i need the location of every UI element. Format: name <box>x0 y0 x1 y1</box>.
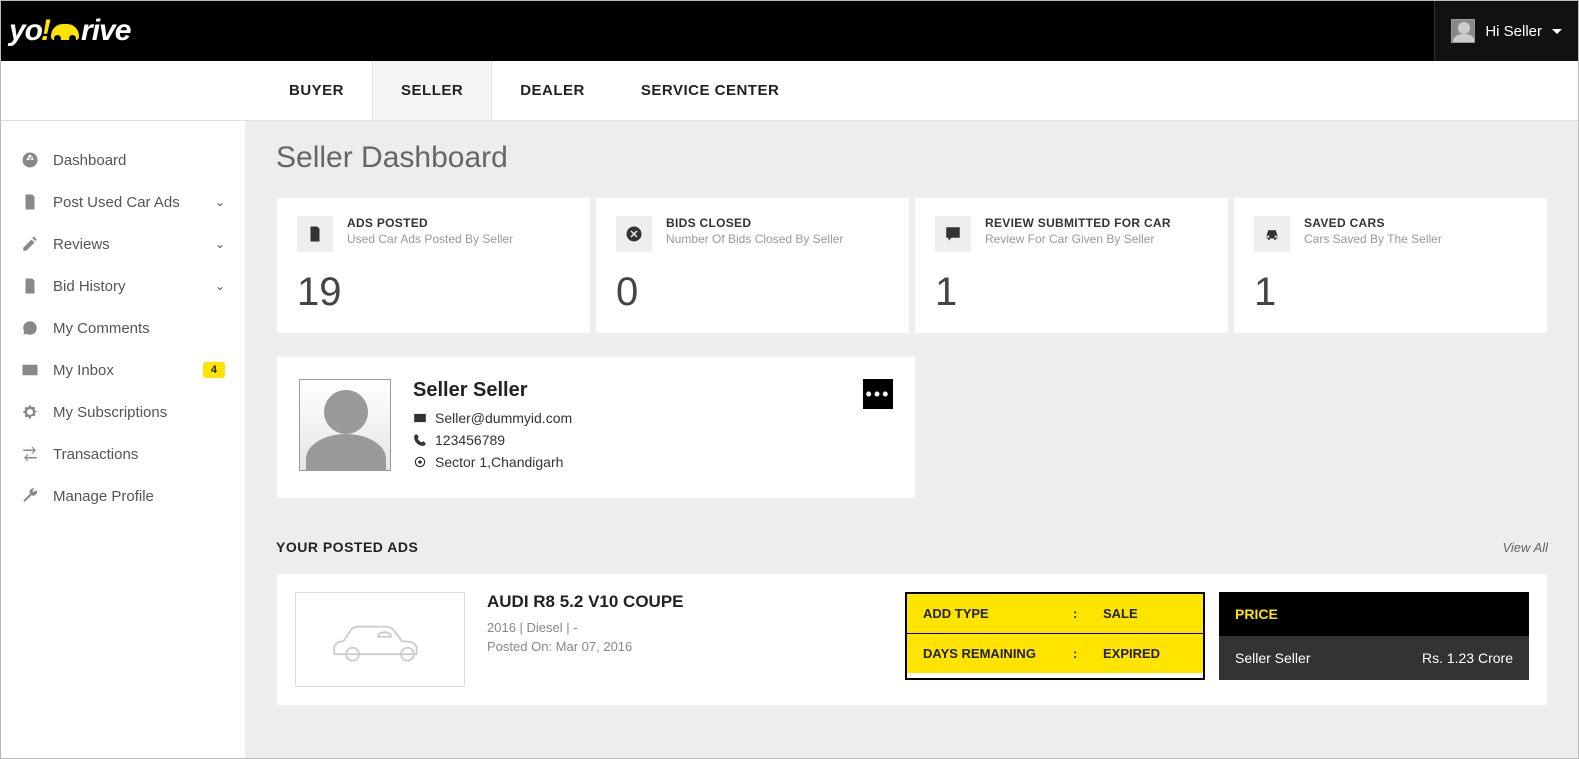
ad-status-box: ADD TYPE:SALE DAYS REMAINING:EXPIRED <box>905 592 1205 680</box>
transaction-icon <box>21 445 39 463</box>
ad-posted: Posted On: Mar 07, 2016 <box>487 639 883 654</box>
chevron-down-icon: ⌄ <box>215 279 225 293</box>
stat-review-submitted[interactable]: REVIEW SUBMITTED FOR CAR Review For Car … <box>914 197 1229 334</box>
add-type-label: ADD TYPE <box>923 606 1073 621</box>
dashboard-icon <box>21 151 39 169</box>
profile-location: Sector 1,Chandigarh <box>413 454 572 470</box>
sidebar-item-label: Transactions <box>53 446 138 463</box>
sidebar-item-comments[interactable]: My Comments <box>1 307 245 349</box>
location-icon <box>413 455 427 469</box>
user-menu[interactable]: Hi Seller <box>1434 1 1578 61</box>
inbox-badge: 4 <box>203 362 225 378</box>
ad-card: AUDI R8 5.2 V10 COUPE 2016 | Diesel | - … <box>276 573 1548 706</box>
sidebar-item-inbox[interactable]: My Inbox 4 <box>1 349 245 391</box>
stat-subtitle: Used Car Ads Posted By Seller <box>347 232 513 246</box>
profile-avatar <box>299 379 391 471</box>
sidebar-item-label: My Subscriptions <box>53 404 167 421</box>
sidebar: Dashboard Post Used Car Ads ⌄ Reviews ⌄ … <box>1 121 246 758</box>
document-icon <box>21 193 39 211</box>
stats-row: ADS POSTED Used Car Ads Posted By Seller… <box>276 197 1548 334</box>
chevron-down-icon: ⌄ <box>215 195 225 209</box>
top-nav: BUYER SELLER DEALER SERVICE CENTER <box>1 61 1578 121</box>
stat-subtitle: Review For Car Given By Seller <box>985 232 1171 246</box>
profile-card: Seller Seller Seller@dummyid.com 1234567… <box>276 356 916 499</box>
stat-title: BIDS CLOSED <box>666 216 843 230</box>
sidebar-item-label: Dashboard <box>53 152 126 169</box>
mail-icon <box>21 361 39 379</box>
days-remaining-value: EXPIRED <box>1103 646 1160 661</box>
tab-buyer[interactable]: BUYER <box>261 61 372 120</box>
tab-dealer[interactable]: DEALER <box>492 61 613 120</box>
price-seller: Seller Seller <box>1235 650 1310 666</box>
phone-icon <box>413 433 427 447</box>
logo-car-icon <box>51 24 79 40</box>
close-circle-icon <box>616 216 652 252</box>
stat-ads-posted[interactable]: ADS POSTED Used Car Ads Posted By Seller… <box>276 197 591 334</box>
logo-text-pre: yo <box>9 14 42 48</box>
wrench-icon <box>21 487 39 505</box>
price-header: PRICE <box>1219 592 1529 636</box>
review-icon <box>935 216 971 252</box>
sidebar-item-dashboard[interactable]: Dashboard <box>1 139 245 181</box>
stat-title: REVIEW SUBMITTED FOR CAR <box>985 216 1171 230</box>
ad-thumbnail[interactable] <box>295 592 465 687</box>
ad-title[interactable]: AUDI R8 5.2 V10 COUPE <box>487 592 883 612</box>
stat-saved-cars[interactable]: SAVED CARS Cars Saved By The Seller 1 <box>1233 197 1548 334</box>
sidebar-item-label: My Comments <box>53 320 150 337</box>
stat-value: 0 <box>616 270 889 315</box>
mail-icon <box>413 411 427 425</box>
avatar-icon <box>1451 19 1475 43</box>
sidebar-item-label: Reviews <box>53 236 110 253</box>
chevron-down-icon <box>1552 29 1562 34</box>
profile-menu-button[interactable]: ••• <box>863 379 893 409</box>
tab-seller[interactable]: SELLER <box>372 61 492 120</box>
price-value: Rs. 1.23 Crore <box>1422 650 1513 666</box>
logo[interactable]: yo ! rive <box>9 14 130 48</box>
car-icon <box>1254 216 1290 252</box>
main-content: Seller Dashboard ADS POSTED Used Car Ads… <box>246 121 1578 758</box>
document-icon <box>21 277 39 295</box>
stat-value: 19 <box>297 270 570 315</box>
stat-value: 1 <box>1254 270 1527 315</box>
sidebar-item-post-ads[interactable]: Post Used Car Ads ⌄ <box>1 181 245 223</box>
days-remaining-label: DAYS REMAINING <box>923 646 1073 661</box>
profile-name: Seller Seller <box>413 379 572 402</box>
stat-title: SAVED CARS <box>1304 216 1442 230</box>
price-box: PRICE Seller Seller Rs. 1.23 Crore <box>1219 592 1529 680</box>
sidebar-item-label: Bid History <box>53 278 126 295</box>
sidebar-item-profile[interactable]: Manage Profile <box>1 475 245 517</box>
sidebar-item-label: My Inbox <box>53 362 114 379</box>
page-title: Seller Dashboard <box>276 141 1548 175</box>
stat-value: 1 <box>935 270 1208 315</box>
car-outline-icon <box>325 612 435 667</box>
profile-phone: 123456789 <box>413 432 572 448</box>
ads-section-head: YOUR POSTED ADS View All <box>276 521 1548 573</box>
sidebar-item-label: Manage Profile <box>53 488 154 505</box>
logo-exclaim: ! <box>41 14 50 48</box>
stat-title: ADS POSTED <box>347 216 513 230</box>
ad-meta: 2016 | Diesel | - <box>487 620 883 635</box>
sidebar-item-reviews[interactable]: Reviews ⌄ <box>1 223 245 265</box>
gear-icon <box>21 403 39 421</box>
view-all-link[interactable]: View All <box>1502 540 1548 555</box>
sidebar-item-bid-history[interactable]: Bid History ⌄ <box>1 265 245 307</box>
stat-subtitle: Number Of Bids Closed By Seller <box>666 232 843 246</box>
tab-service-center[interactable]: SERVICE CENTER <box>613 61 807 120</box>
sidebar-item-label: Post Used Car Ads <box>53 194 180 211</box>
profile-email: Seller@dummyid.com <box>413 410 572 426</box>
user-greeting: Hi Seller <box>1485 23 1542 40</box>
logo-text-post: rive <box>81 14 130 48</box>
stat-bids-closed[interactable]: BIDS CLOSED Number Of Bids Closed By Sel… <box>595 197 910 334</box>
comment-icon <box>21 319 39 337</box>
stat-subtitle: Cars Saved By The Seller <box>1304 232 1442 246</box>
add-type-value: SALE <box>1103 606 1138 621</box>
top-header: yo ! rive Hi Seller <box>1 1 1578 61</box>
chevron-down-icon: ⌄ <box>215 237 225 251</box>
pencil-icon <box>21 235 39 253</box>
sidebar-item-transactions[interactable]: Transactions <box>1 433 245 475</box>
section-title: YOUR POSTED ADS <box>276 539 418 555</box>
document-icon <box>297 216 333 252</box>
sidebar-item-subscriptions[interactable]: My Subscriptions <box>1 391 245 433</box>
